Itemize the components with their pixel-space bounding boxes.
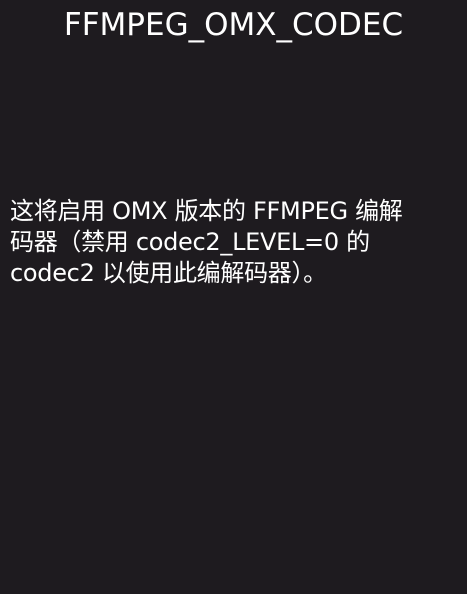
description-line: 这将启用 OMX 版本的 FFMPEG 编解 — [10, 197, 403, 225]
setting-info-screen: FFMPEG_OMX_CODEC 这将启用 OMX 版本的 FFMPEG 编解 … — [0, 0, 467, 594]
page-title: FFMPEG_OMX_CODEC — [63, 7, 404, 43]
description-line: codec2 以使用此编解码器）。 — [10, 259, 327, 287]
description-line: 码器（禁用 codec2_LEVEL=0 的 — [10, 228, 370, 256]
setting-description: 这将启用 OMX 版本的 FFMPEG 编解 码器（禁用 codec2_LEVE… — [10, 196, 462, 289]
